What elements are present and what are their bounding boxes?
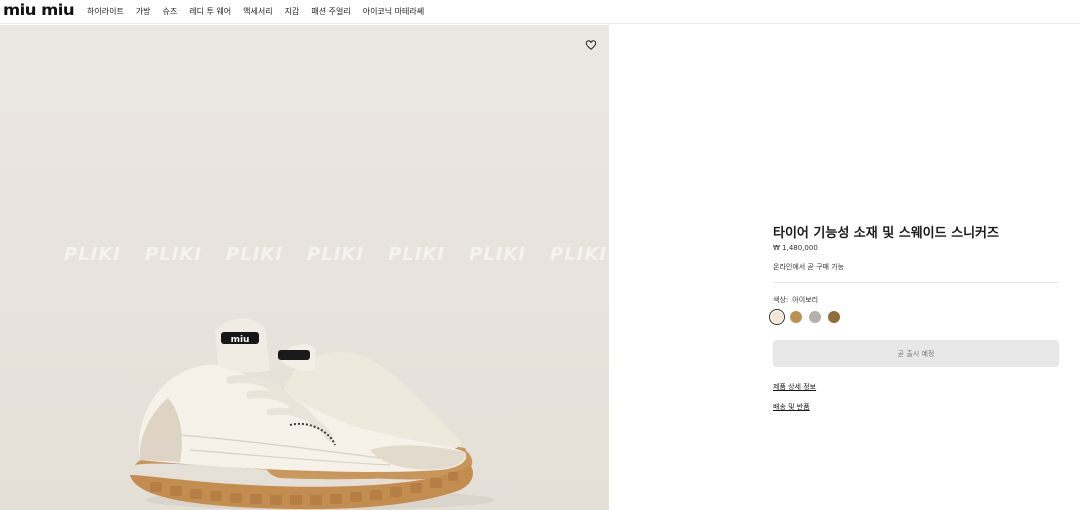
nav-item-wallets[interactable]: 지갑 <box>285 6 300 17</box>
brand-logo[interactable]: miu miu <box>3 3 75 18</box>
availability-text: 온라인에서 곧 구매 가능 <box>773 263 845 271</box>
color-swatches <box>769 309 840 325</box>
watermark-text: PLIKI <box>226 244 284 265</box>
divider <box>773 282 1059 283</box>
watermark-text: PLIKI <box>64 244 122 265</box>
nav-item-ready-to-wear[interactable]: 레디 투 웨어 <box>189 6 231 17</box>
watermark-text: PLIKI <box>145 244 203 265</box>
svg-text:miu: miu <box>231 335 250 345</box>
brand-logo-text: miu miu <box>3 1 75 19</box>
color-swatch-tan[interactable] <box>790 311 802 323</box>
watermark-row: PLIKI PLIKI PLIKI PLIKI PLIKI PLIKI PLIK… <box>64 244 607 265</box>
product-details-link[interactable]: 제품 상세 정보 <box>773 382 816 392</box>
main-nav: 하이라이트 가방 슈즈 레디 투 웨어 액세서리 지갑 패션 주얼리 아이코닉 … <box>87 0 424 22</box>
nav-item-highlights[interactable]: 하이라이트 <box>87 6 124 17</box>
nav-item-accessories[interactable]: 액세서리 <box>243 6 272 17</box>
nav-item-fashion-jewelry[interactable]: 패션 주얼리 <box>311 6 350 17</box>
nav-item-shoes[interactable]: 슈즈 <box>163 6 178 17</box>
color-swatch-brown[interactable] <box>828 311 840 323</box>
watermark-text: PLIKI <box>307 244 365 265</box>
product-price: ₩ 1,480,000 <box>773 244 818 252</box>
watermark-text: PLIKI <box>388 244 446 265</box>
color-swatch-ivory[interactable] <box>769 309 785 325</box>
top-nav-bar: miu miu 하이라이트 가방 슈즈 레디 투 웨어 액세서리 지갑 패션 주… <box>0 0 1080 24</box>
color-selector-label: 색상: 아이보리 <box>773 295 818 305</box>
color-value: 아이보리 <box>792 296 819 304</box>
nav-item-bags[interactable]: 가방 <box>136 6 151 17</box>
sneaker-image: miu <box>130 318 495 510</box>
color-swatch-grey[interactable] <box>809 311 821 323</box>
product-title: 타이어 기능성 소재 및 스웨이드 스니커즈 <box>773 226 999 241</box>
shipping-returns-link[interactable]: 배송 및 반품 <box>773 402 810 412</box>
watermark-text: PLIKI <box>550 244 608 265</box>
watermark-text: PLIKI <box>469 244 527 265</box>
color-label: 색상: <box>773 296 789 304</box>
product-image-panel: PLIKI PLIKI PLIKI PLIKI PLIKI PLIKI PLIK… <box>0 25 609 510</box>
nav-item-iconic-matelasse[interactable]: 아이코닉 마테라쎄 <box>363 6 424 17</box>
coming-soon-button[interactable]: 곧 출시 예정 <box>773 340 1059 367</box>
heart-outline-icon[interactable] <box>585 36 597 50</box>
